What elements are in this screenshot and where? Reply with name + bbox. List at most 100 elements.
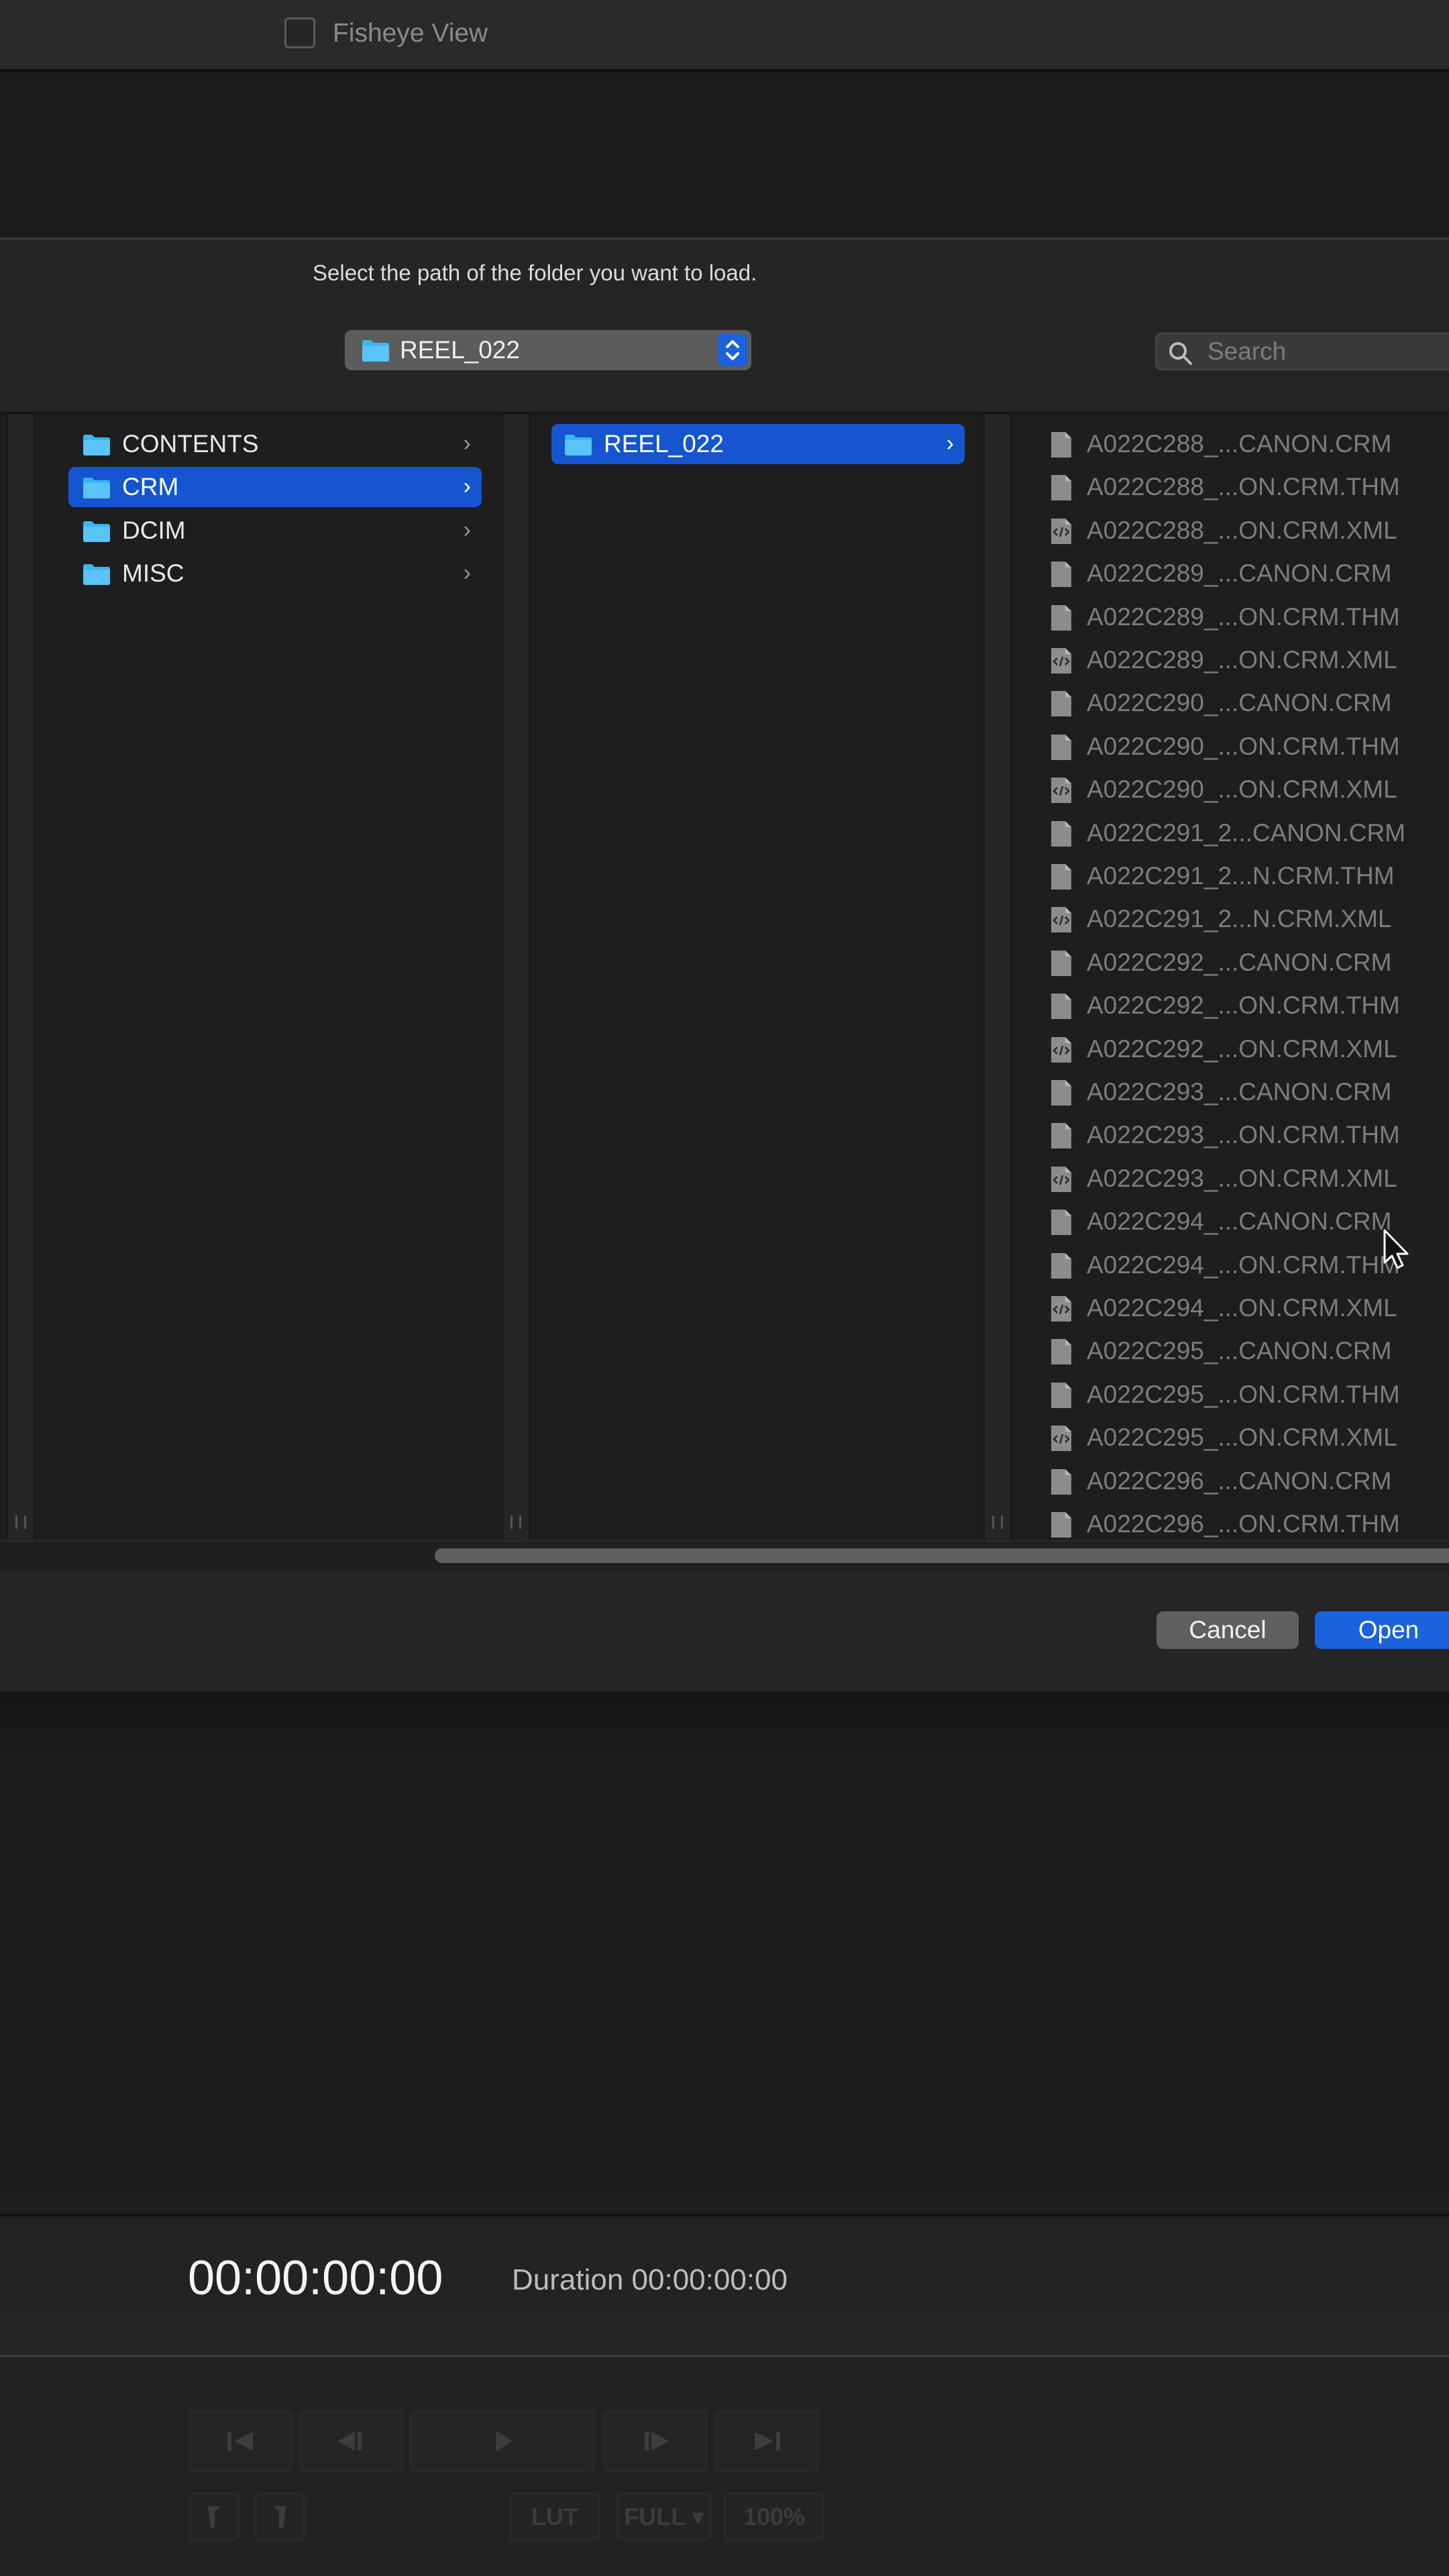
go-to-end-button[interactable] [715, 2411, 818, 2471]
file-row-label: A022C290_...CANON.CRM [1087, 689, 1392, 717]
document-icon [1051, 1080, 1071, 1106]
cancel-button[interactable]: Cancel [1157, 1611, 1299, 1649]
horizontal-scrollbar-thumb[interactable] [435, 1548, 1449, 1563]
step-forward-icon [645, 2432, 669, 2451]
file-row[interactable]: A022C289_...ON.CRM.THM [1044, 597, 1446, 637]
step-back-button[interactable] [299, 2411, 402, 2471]
file-row-label: A022C288_...ON.CRM.THM [1087, 473, 1400, 501]
file-row[interactable]: A022C289_...ON.CRM.XML [1044, 640, 1446, 680]
file-row-label: A022C291_2...N.CRM.XML [1087, 905, 1392, 933]
document-icon [1051, 432, 1071, 458]
document-icon [1051, 734, 1071, 760]
mark-out-button[interactable] [255, 2493, 305, 2541]
file-row[interactable]: A022C291_2...N.CRM.XML [1044, 899, 1446, 939]
search-input[interactable] [1208, 338, 1449, 365]
go-to-start-button[interactable] [189, 2411, 292, 2471]
folder-row-label: CONTENTS [122, 430, 259, 458]
play-button[interactable] [411, 2411, 594, 2471]
folder-row[interactable]: REEL_022 › [551, 424, 965, 464]
file-row[interactable]: A022C293_...CANON.CRM [1044, 1072, 1446, 1112]
column-resize-handle[interactable] [7, 414, 35, 1541]
file-row[interactable]: A022C295_...ON.CRM.XML [1044, 1417, 1446, 1458]
folder-icon [362, 340, 389, 362]
document-icon [1051, 1339, 1071, 1365]
column-resize-handle[interactable] [983, 414, 1012, 1541]
step-back-icon [337, 2432, 362, 2451]
file-row[interactable]: A022C296_...CANON.CRM [1044, 1461, 1446, 1501]
document-icon [1051, 1252, 1071, 1279]
document-icon [1051, 691, 1071, 717]
file-row[interactable]: A022C290_...ON.CRM.XML [1044, 769, 1446, 810]
file-row[interactable]: A022C293_...ON.CRM.THM [1044, 1115, 1446, 1155]
path-popup-label: REEL_022 [400, 336, 520, 364]
file-row-label: A022C295_...CANON.CRM [1087, 1337, 1392, 1365]
folder-row[interactable]: CONTENTS › [68, 424, 482, 464]
file-row[interactable]: A022C293_...ON.CRM.XML [1044, 1159, 1446, 1199]
chevron-right-icon: › [463, 474, 471, 500]
folder-icon [83, 435, 110, 455]
file-row[interactable]: A022C295_...ON.CRM.THM [1044, 1375, 1446, 1415]
file-row[interactable]: A022C292_...ON.CRM.THM [1044, 985, 1446, 1026]
search-field[interactable] [1155, 333, 1449, 370]
xml-file-icon [1051, 1426, 1071, 1452]
file-row-label: A022C295_...ON.CRM.THM [1087, 1380, 1400, 1408]
xml-file-icon [1051, 1036, 1071, 1063]
file-row[interactable]: A022C290_...ON.CRM.THM [1044, 727, 1446, 767]
file-row-label: A022C291_2...CANON.CRM [1087, 818, 1406, 847]
folder-icon [83, 564, 110, 586]
file-row[interactable]: A022C292_...ON.CRM.XML [1044, 1029, 1446, 1069]
duration-label: Duration 00:00:00:00 [512, 2263, 788, 2296]
column-resize-handle[interactable] [502, 414, 530, 1541]
file-row[interactable]: A022C296_...ON.CRM.THM [1044, 1504, 1446, 1544]
open-button[interactable]: Open [1315, 1611, 1449, 1649]
fisheye-view-checkbox[interactable] [284, 17, 315, 48]
file-row[interactable]: A022C288_...ON.CRM.XML [1044, 511, 1446, 551]
file-row[interactable]: A022C288_...CANON.CRM [1044, 424, 1446, 464]
folder-row[interactable]: CRM › [68, 467, 482, 508]
file-row-label: A022C288_...CANON.CRM [1087, 430, 1392, 458]
resolution-dropdown[interactable]: FULL ▾ [617, 2493, 711, 2541]
file-row-label: A022C294_...CANON.CRM [1087, 1208, 1392, 1236]
file-row-label: A022C295_...ON.CRM.XML [1087, 1424, 1397, 1452]
document-icon [1051, 864, 1071, 890]
file-row-label: A022C293_...CANON.CRM [1087, 1078, 1392, 1106]
file-row-label: A022C294_...ON.CRM.XML [1087, 1294, 1397, 1322]
path-popup-button[interactable]: REEL_022 [345, 330, 751, 370]
current-timecode: 00:00:00:00 [188, 2251, 443, 2305]
file-row[interactable]: A022C295_...CANON.CRM [1044, 1331, 1446, 1371]
xml-file-icon [1051, 777, 1071, 804]
file-row[interactable]: A022C288_...ON.CRM.THM [1044, 467, 1446, 507]
dialog-prompt: Select the path of the folder you want t… [313, 260, 757, 285]
step-forward-button[interactable] [604, 2411, 707, 2471]
file-row-label: A022C289_...ON.CRM.XML [1087, 646, 1397, 674]
file-row-label: A022C290_...ON.CRM.THM [1087, 732, 1400, 760]
file-row-label: A022C289_...CANON.CRM [1087, 559, 1392, 588]
folder-row[interactable]: MISC › [68, 553, 482, 594]
file-row[interactable]: A022C292_...CANON.CRM [1044, 943, 1446, 983]
document-icon [1051, 1512, 1071, 1538]
mark-in-button[interactable] [189, 2493, 239, 2541]
folder-row[interactable]: DCIM › [68, 511, 482, 551]
file-row[interactable]: A022C291_2...CANON.CRM [1044, 813, 1446, 853]
updown-chevron-icon [718, 334, 747, 366]
timeline-scrubber[interactable] [0, 2308, 1449, 2357]
file-row-label: A022C292_...ON.CRM.XML [1087, 1034, 1397, 1063]
xml-file-icon [1051, 907, 1071, 933]
mark-out-icon [274, 2506, 286, 2528]
folder-row-label: REEL_022 [604, 430, 724, 458]
folder-row-label: DCIM [122, 516, 186, 544]
file-row[interactable]: A022C294_...ON.CRM.XML [1044, 1288, 1446, 1328]
lut-button[interactable]: LUT [510, 2493, 600, 2541]
document-icon [1051, 994, 1071, 1020]
file-row-label: A022C289_...ON.CRM.THM [1087, 602, 1400, 631]
file-row[interactable]: A022C289_...CANON.CRM [1044, 553, 1446, 594]
document-icon [1051, 1468, 1071, 1495]
skip-to-start-icon [227, 2432, 253, 2451]
document-icon [1051, 1210, 1071, 1236]
document-icon [1051, 820, 1071, 847]
file-row[interactable]: A022C290_...CANON.CRM [1044, 683, 1446, 723]
file-row-label: A022C296_...CANON.CRM [1087, 1466, 1392, 1495]
file-row-label: A022C290_...ON.CRM.XML [1087, 775, 1397, 804]
file-row[interactable]: A022C291_2...N.CRM.THM [1044, 856, 1446, 896]
zoom-level-button[interactable]: 100% [724, 2493, 824, 2541]
